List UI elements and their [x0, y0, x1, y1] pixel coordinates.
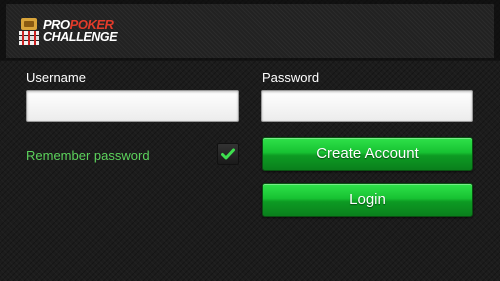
login-screen: PROPOKER CHALLENGE Username Password Rem… [0, 0, 500, 281]
username-input[interactable] [26, 90, 239, 122]
remember-password-label[interactable]: Remember password [26, 148, 150, 163]
checkmark-icon [221, 148, 235, 160]
logo-text-challenge: CHALLENGE [43, 30, 118, 44]
username-label: Username [26, 70, 86, 85]
password-input[interactable] [261, 90, 473, 122]
pro-poker-challenge-logo: PROPOKER CHALLENGE [14, 14, 132, 50]
password-label: Password [262, 70, 320, 85]
login-button[interactable]: Login [262, 183, 473, 217]
create-account-button[interactable]: Create Account [262, 137, 473, 171]
remember-password-checkbox[interactable] [217, 143, 239, 165]
poker-chips-emblem-icon [19, 18, 39, 45]
